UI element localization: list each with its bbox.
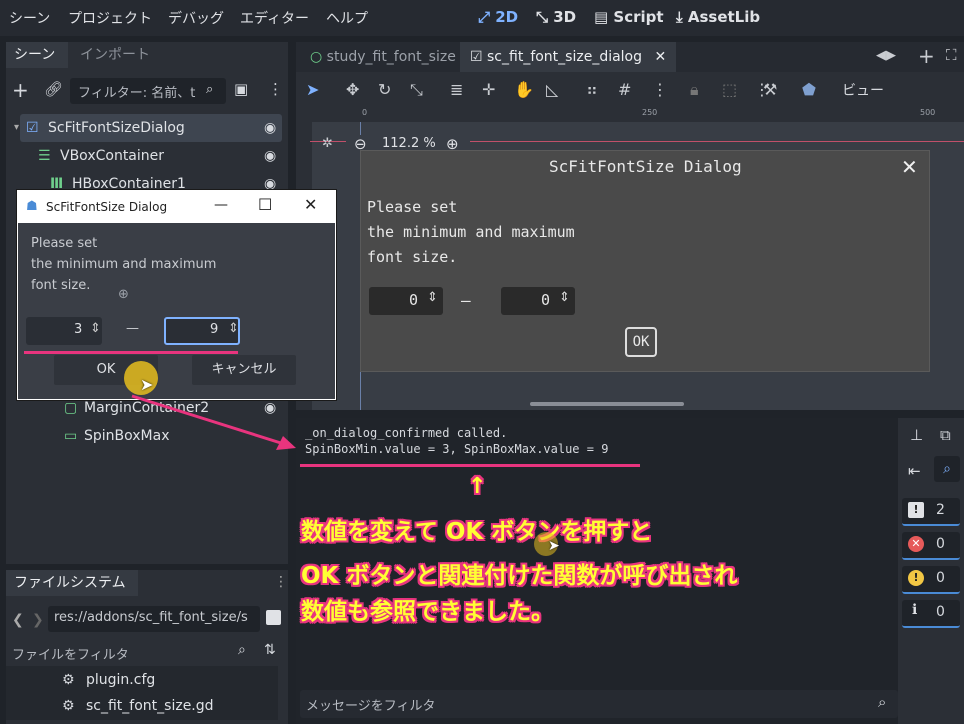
annotation-line-2: OK ボタンと関連付けた関数が呼び出され xyxy=(301,563,738,589)
mouse-cursor-icon: ➤ xyxy=(548,538,560,554)
annotation-line-3: 数値も参照できました。 xyxy=(301,599,554,625)
annotation-line-1: 数値を変えて OK ボタンを押すと xyxy=(301,519,653,545)
annotation-up-arrow: ↑ xyxy=(468,474,487,499)
